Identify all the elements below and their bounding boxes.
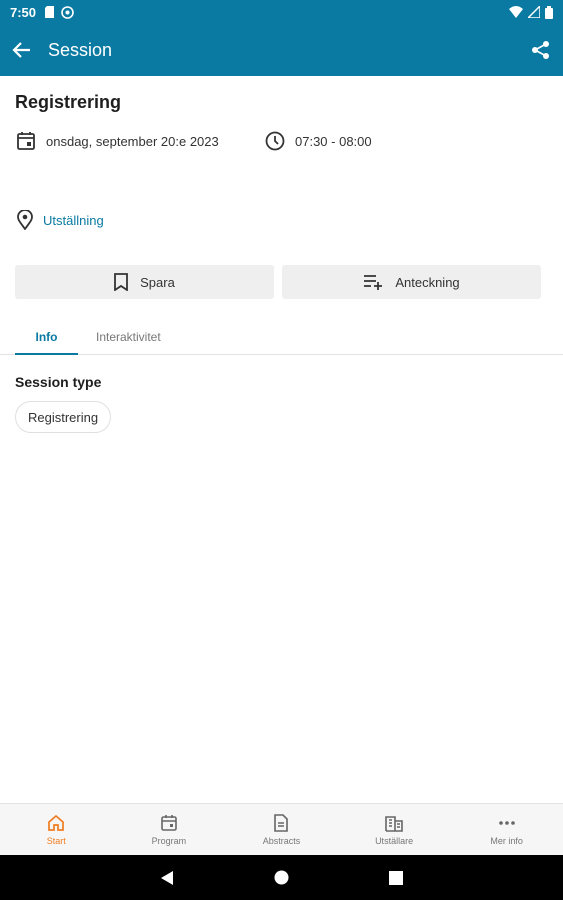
session-date: onsdag, september 20:e 2023	[46, 133, 219, 149]
signal-icon	[528, 6, 540, 18]
nav-item-utstallare[interactable]: Utställare	[338, 804, 451, 855]
tab-interaktivitet[interactable]: Interaktivitet	[96, 330, 161, 344]
playlist-add-icon	[364, 275, 383, 290]
status-time: 7:50	[10, 4, 37, 20]
sync-icon	[61, 5, 74, 19]
save-button[interactable]: Spara	[15, 265, 274, 299]
sd-card-icon	[45, 6, 55, 18]
bookmark-icon	[114, 273, 129, 291]
wifi-icon	[509, 6, 523, 18]
status-bar: 7:50	[0, 0, 563, 24]
nav-label-abstracts: Abstracts	[262, 835, 301, 846]
share-icon[interactable]	[531, 40, 551, 60]
system-home-icon[interactable]	[274, 870, 289, 885]
system-nav-bar	[0, 855, 563, 900]
system-back-icon[interactable]	[160, 870, 174, 886]
app-bar: Session	[0, 24, 563, 76]
calendar-icon	[161, 814, 177, 831]
note-button[interactable]: Anteckning	[282, 265, 541, 299]
bottom-nav: Start Program Abstracts Utställare Mer i…	[0, 803, 563, 855]
nav-label-mer-info: Mer info	[490, 835, 523, 846]
nav-item-abstracts[interactable]: Abstracts	[225, 804, 338, 855]
back-arrow-icon[interactable]	[12, 40, 32, 60]
document-icon	[274, 813, 289, 832]
home-icon	[48, 814, 65, 831]
nav-label-program: Program	[151, 835, 187, 846]
save-button-label: Spara	[140, 274, 175, 290]
nav-item-mer-info[interactable]: Mer info	[450, 804, 563, 855]
nav-label-utstallare: Utställare	[375, 835, 414, 846]
app-bar-title: Session	[48, 39, 113, 60]
session-type-chip: Registrering	[15, 401, 112, 433]
calendar-icon	[17, 132, 35, 150]
tab-bar: Info Interaktivitet	[0, 324, 563, 355]
session-location-link[interactable]: Utställning	[43, 213, 104, 228]
session-location-row[interactable]: Utställning	[17, 210, 104, 230]
nav-item-program[interactable]: Program	[113, 804, 226, 855]
tab-info[interactable]: Info	[15, 330, 78, 355]
session-date-row: onsdag, september 20:e 2023	[16, 131, 219, 151]
nav-item-start[interactable]: Start	[0, 804, 113, 855]
note-button-label: Anteckning	[395, 274, 460, 290]
more-icon	[498, 820, 515, 825]
session-type-heading: Session type	[15, 374, 102, 390]
location-pin-icon	[17, 210, 33, 230]
session-time: 07:30 - 08:00	[295, 133, 372, 149]
battery-icon	[545, 5, 553, 19]
session-time-row: 07:30 - 08:00	[265, 131, 372, 151]
session-title: Registrering	[15, 92, 122, 112]
clock-icon	[265, 131, 285, 151]
building-icon	[385, 815, 403, 832]
system-recents-icon[interactable]	[389, 870, 403, 885]
nav-label-start: Start	[46, 835, 66, 846]
